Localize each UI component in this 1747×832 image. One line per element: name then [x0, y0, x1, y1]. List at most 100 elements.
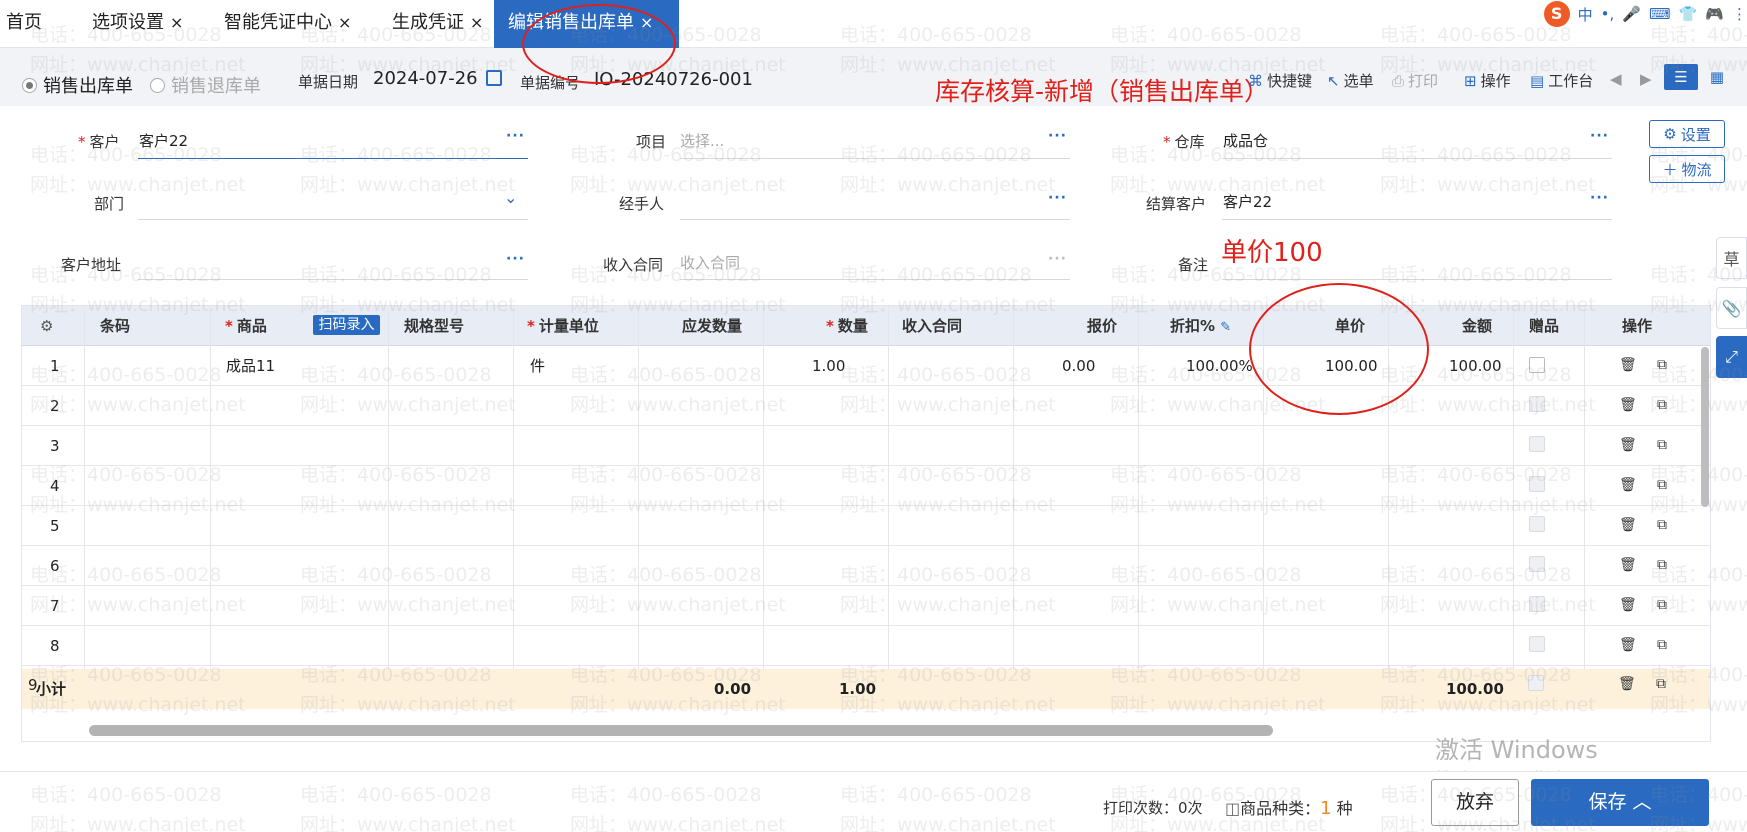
- list-view-icon[interactable]: ☰: [1664, 64, 1698, 90]
- project-input[interactable]: 选择...: [680, 130, 724, 151]
- more-icon[interactable]: ···: [1590, 190, 1609, 206]
- delete-icon[interactable]: 🗑: [1619, 598, 1637, 614]
- next-arrow-icon[interactable]: ▶: [1640, 70, 1652, 88]
- sogou-logo-icon[interactable]: S: [1543, 1, 1570, 27]
- shortcut-button[interactable]: ⌘ 快捷键: [1248, 70, 1312, 91]
- save-button[interactable]: 保存 ︿: [1531, 779, 1709, 826]
- gift-checkbox[interactable]: [1529, 436, 1545, 452]
- card-view-icon[interactable]: ▦: [1700, 64, 1734, 90]
- punctuation-icon[interactable]: •,: [1601, 5, 1615, 23]
- abandon-button[interactable]: 放弃: [1431, 779, 1519, 826]
- radio-sales-return[interactable]: 销售退库单: [150, 72, 261, 98]
- tab-edit-sales-outbound[interactable]: 编辑销售出库单 ×: [494, 0, 679, 48]
- table-row[interactable]: 1 成品11 件 1.00 0.00 100.00% 100.00 100.00…: [22, 346, 1710, 386]
- chevron-down-icon[interactable]: ⌄: [504, 188, 517, 207]
- copy-row-icon[interactable]: ⧉: [1654, 518, 1670, 534]
- customer-input[interactable]: 客户22: [139, 130, 188, 151]
- game-icon[interactable]: 🎮: [1705, 5, 1724, 23]
- price-cell[interactable]: 100.00: [1325, 346, 1378, 386]
- radio-sales-outbound[interactable]: 销售出库单: [22, 72, 133, 98]
- chevron-up-icon[interactable]: ︿: [1633, 791, 1652, 813]
- gift-checkbox[interactable]: [1529, 596, 1545, 612]
- delete-icon[interactable]: 🗑: [1619, 558, 1637, 574]
- delete-icon[interactable]: 🗑: [1619, 638, 1637, 654]
- grid-icon[interactable]: ⋮: [1732, 5, 1747, 23]
- more-icon[interactable]: ···: [1048, 190, 1067, 206]
- copy-row-icon[interactable]: ⧉: [1654, 598, 1670, 614]
- gift-checkbox[interactable]: [1529, 396, 1545, 412]
- copy-row-icon[interactable]: ⧉: [1654, 398, 1670, 414]
- copy-row-icon[interactable]: ⧉: [1654, 558, 1670, 574]
- vertical-scrollbar[interactable]: [1701, 347, 1709, 507]
- gift-checkbox[interactable]: [1529, 476, 1545, 492]
- shirt-icon[interactable]: 👕: [1679, 5, 1698, 23]
- mic-icon[interactable]: 🎤: [1622, 5, 1641, 23]
- more-icon[interactable]: ···: [506, 251, 525, 267]
- delete-icon[interactable]: 🗑: [1619, 358, 1637, 374]
- gift-checkbox[interactable]: [1529, 556, 1545, 572]
- more-icon[interactable]: ···: [506, 128, 525, 144]
- more-icon[interactable]: ···: [1048, 251, 1067, 267]
- delete-icon[interactable]: 🗑: [1618, 677, 1636, 693]
- select-doc-button[interactable]: ↖ 选单: [1327, 70, 1374, 91]
- quote-cell[interactable]: 0.00: [1062, 346, 1095, 386]
- edit-icon[interactable]: ✎: [1220, 320, 1231, 335]
- gift-checkbox[interactable]: [1529, 357, 1545, 373]
- settings-button[interactable]: ⚙ 设置: [1649, 120, 1725, 148]
- table-row[interactable]: 2 🗑 ⧉: [22, 386, 1710, 426]
- amount-cell[interactable]: 100.00: [1449, 346, 1502, 386]
- copy-row-icon[interactable]: ⧉: [1654, 358, 1670, 374]
- draft-tab[interactable]: 草: [1716, 237, 1747, 279]
- delete-icon[interactable]: 🗑: [1619, 478, 1637, 494]
- more-icon[interactable]: ···: [1048, 128, 1067, 144]
- table-row[interactable]: 6 🗑 ⧉: [22, 546, 1710, 586]
- product-cell[interactable]: 成品11: [226, 346, 275, 386]
- warehouse-input[interactable]: 成品仓: [1223, 130, 1268, 151]
- keyboard-icon[interactable]: ⌨: [1649, 5, 1671, 23]
- gift-checkbox[interactable]: [1529, 516, 1545, 532]
- more-icon[interactable]: ···: [1590, 128, 1609, 144]
- grid-icon: ⊞: [1464, 71, 1477, 90]
- tab-voucher-center[interactable]: 智能凭证中心 ×: [224, 0, 351, 48]
- delete-icon[interactable]: 🗑: [1619, 518, 1637, 534]
- expand-icon[interactable]: ⤢: [1716, 336, 1747, 378]
- copy-row-icon[interactable]: ⧉: [1654, 438, 1670, 454]
- table-row[interactable]: 5 🗑 ⧉: [22, 506, 1710, 546]
- close-icon[interactable]: ×: [170, 13, 183, 32]
- close-icon[interactable]: ×: [640, 13, 653, 32]
- discount-cell[interactable]: 100.00%: [1186, 346, 1253, 386]
- table-row[interactable]: 7 🗑 ⧉: [22, 586, 1710, 626]
- prev-arrow-icon[interactable]: ◀: [1610, 70, 1622, 88]
- unit-cell[interactable]: 件: [530, 346, 545, 386]
- horizontal-scrollbar[interactable]: [89, 725, 1273, 736]
- delete-icon[interactable]: 🗑: [1619, 438, 1637, 454]
- calendar-icon[interactable]: [486, 70, 502, 86]
- settle-customer-input[interactable]: 客户22: [1223, 191, 1272, 212]
- date-input[interactable]: 2024-07-26: [373, 68, 478, 89]
- qty-cell[interactable]: 1.00: [812, 346, 845, 386]
- copy-row-icon[interactable]: ⧉: [1653, 677, 1669, 693]
- delete-icon[interactable]: 🗑: [1619, 398, 1637, 414]
- attachment-icon[interactable]: 📎: [1716, 287, 1747, 329]
- tab-options[interactable]: 选项设置 ×: [92, 0, 183, 48]
- copy-row-icon[interactable]: ⧉: [1654, 638, 1670, 654]
- workbench-button[interactable]: ▤ 工作台: [1530, 70, 1593, 91]
- scan-entry-button[interactable]: 扫码录入: [313, 315, 380, 335]
- gift-checkbox[interactable]: [1529, 636, 1545, 652]
- tab-generate-voucher[interactable]: 生成凭证 ×: [392, 0, 483, 48]
- close-icon[interactable]: ×: [470, 13, 483, 32]
- logistics-button[interactable]: ＋物流: [1649, 155, 1725, 183]
- close-icon[interactable]: ×: [338, 13, 351, 32]
- gift-checkbox[interactable]: [1528, 675, 1544, 691]
- tab-home[interactable]: 首页: [6, 0, 42, 48]
- copy-row-icon[interactable]: ⧉: [1654, 478, 1670, 494]
- column-settings-icon[interactable]: ⚙: [40, 306, 60, 346]
- operate-button[interactable]: ⊞ 操作: [1464, 70, 1511, 91]
- annotation-title: 库存核算-新增（销售出库单）: [935, 77, 1270, 106]
- print-button[interactable]: ⎙ 打印: [1392, 70, 1438, 91]
- table-row[interactable]: 8 🗑 ⧉: [22, 626, 1710, 666]
- ime-lang-icon[interactable]: 中: [1578, 4, 1593, 25]
- contract-input[interactable]: 收入合同: [680, 252, 740, 273]
- table-row[interactable]: 4 🗑 ⧉: [22, 466, 1710, 506]
- table-row[interactable]: 3 🗑 ⧉: [22, 426, 1710, 466]
